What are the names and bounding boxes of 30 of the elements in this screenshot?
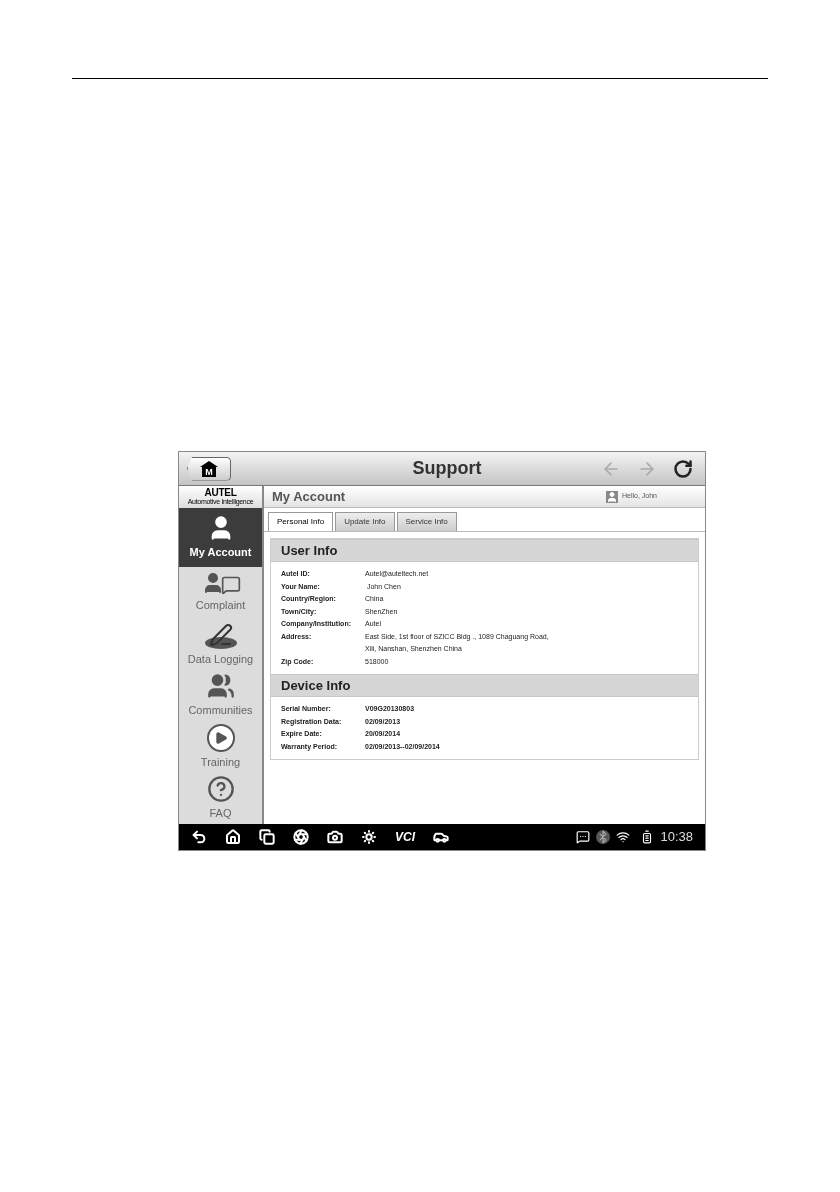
sidebar-item[interactable]: Complaint xyxy=(179,567,262,619)
brand-name: AUTEL xyxy=(204,488,237,499)
back-icon[interactable] xyxy=(191,829,207,845)
sidebar-item[interactable]: Training xyxy=(179,721,262,773)
bluetooth-icon xyxy=(596,830,611,844)
avatar-icon xyxy=(605,490,618,503)
refresh-icon[interactable] xyxy=(673,458,693,479)
camera-icon[interactable] xyxy=(327,829,343,845)
help-icon xyxy=(206,775,235,804)
recent-apps-icon[interactable] xyxy=(259,829,275,845)
sidebar-item[interactable]: My Account xyxy=(179,507,262,568)
tab[interactable]: Personal Info xyxy=(268,512,334,531)
section-title: User Info xyxy=(281,541,338,560)
page-title: My Account xyxy=(272,487,347,506)
sidebar-item[interactable]: Data Logging xyxy=(179,618,262,670)
sidebar-item[interactable]: FAQ xyxy=(179,772,262,824)
sidebar-item[interactable]: Communities xyxy=(179,669,262,722)
tab[interactable]: Service Info xyxy=(396,512,457,531)
vci-button[interactable]: VCI xyxy=(395,828,415,846)
screen-title: Support xyxy=(411,457,483,480)
home-icon[interactable] xyxy=(225,829,241,845)
tab[interactable]: Update Info xyxy=(335,512,395,531)
play-icon xyxy=(206,723,235,752)
clock: 10:38 xyxy=(660,828,693,847)
brightness-icon[interactable] xyxy=(361,829,377,845)
wifi-icon xyxy=(616,830,631,844)
section-title: Device Info xyxy=(281,676,351,695)
group-icon xyxy=(206,672,235,701)
message-icon xyxy=(576,830,591,844)
home-button[interactable]: M xyxy=(187,456,231,481)
